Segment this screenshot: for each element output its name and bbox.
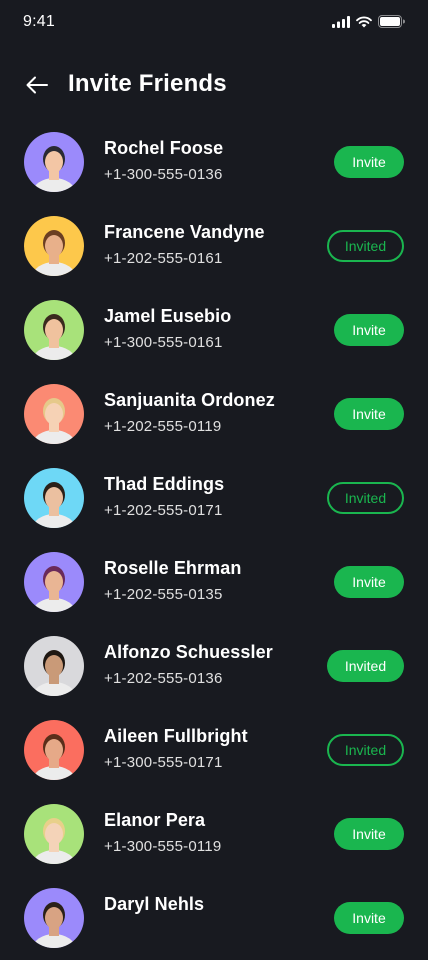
avatar — [24, 888, 84, 948]
avatar — [24, 132, 84, 192]
arrow-left-icon — [26, 76, 48, 94]
contact-name: Roselle Ehrman — [104, 558, 242, 578]
back-button[interactable] — [24, 73, 50, 97]
contact-name: Aileen Fullbright — [104, 726, 248, 746]
status-icons — [332, 15, 405, 33]
contact-name: Francene Vandyne — [104, 222, 265, 242]
contact-name: Rochel Foose — [104, 138, 224, 158]
avatar — [24, 216, 84, 276]
contact-phone: +1-300-555-0161 — [104, 334, 223, 351]
contact-row[interactable]: Elanor Pera +1-300-555-0119 Invite — [0, 792, 428, 876]
contact-row[interactable]: Roselle Ehrman +1-202-555-0135 Invite — [0, 540, 428, 624]
invited-button[interactable]: Invited — [327, 482, 404, 514]
invite-button[interactable]: Invite — [334, 398, 404, 430]
contact-name: Alfonzo Schuessler — [104, 642, 273, 662]
invited-button[interactable]: Invited — [327, 650, 404, 682]
invited-button[interactable]: Invited — [327, 734, 404, 766]
contact-name: Elanor Pera — [104, 810, 206, 830]
avatar — [24, 636, 84, 696]
contact-name: Daryl Nehls — [104, 894, 205, 914]
invite-button[interactable]: Invite — [334, 314, 404, 346]
contact-list: Rochel Foose +1-300-555-0136 Invite Francen… — [0, 120, 428, 960]
contact-phone: +1-202-555-0136 — [104, 670, 223, 687]
contact-row[interactable]: Alfonzo Schuessler +1-202-555-0136 Invited — [0, 624, 428, 708]
contact-row[interactable]: Aileen Fullbright +1-300-555-0171 Invited — [0, 708, 428, 792]
contact-row[interactable]: Thad Eddings +1-202-555-0171 Invited — [0, 456, 428, 540]
battery-icon — [378, 15, 405, 33]
invite-button[interactable]: Invite — [334, 902, 404, 934]
avatar — [24, 720, 84, 780]
avatar — [24, 300, 84, 360]
header: Invite Friends — [0, 60, 428, 110]
contact-name: Thad Eddings — [104, 474, 225, 494]
cellular-signal-icon — [332, 15, 350, 33]
page-title: Invite Friends — [68, 70, 227, 97]
contact-phone: +1-300-555-0171 — [104, 754, 223, 771]
contact-row[interactable]: Rochel Foose +1-300-555-0136 Invite — [0, 120, 428, 204]
contact-name: Jamel Eusebio — [104, 306, 232, 326]
invite-button[interactable]: Invite — [334, 146, 404, 178]
contact-phone: +1-202-555-0135 — [104, 586, 223, 603]
wifi-icon — [356, 15, 372, 33]
contact-name: Sanjuanita Ordonez — [104, 390, 275, 410]
invited-button[interactable]: Invited — [327, 230, 404, 262]
avatar — [24, 468, 84, 528]
invite-button[interactable]: Invite — [334, 818, 404, 850]
avatar — [24, 804, 84, 864]
contact-row[interactable]: Francene Vandyne +1-202-555-0161 Invited — [0, 204, 428, 288]
invite-button[interactable]: Invite — [334, 566, 404, 598]
contact-row[interactable]: Daryl Nehls Invite — [0, 876, 428, 960]
contact-phone: +1-202-555-0171 — [104, 502, 223, 519]
contact-phone: +1-202-555-0119 — [104, 418, 222, 435]
avatar — [24, 552, 84, 612]
contact-phone: +1-300-555-0119 — [104, 838, 222, 855]
contact-row[interactable]: Jamel Eusebio +1-300-555-0161 Invite — [0, 288, 428, 372]
contact-phone: +1-202-555-0161 — [104, 250, 223, 267]
avatar — [24, 384, 84, 444]
contact-row[interactable]: Sanjuanita Ordonez +1-202-555-0119 Invite — [0, 372, 428, 456]
status-bar: 9:41 — [0, 0, 428, 44]
contact-phone: +1-300-555-0136 — [104, 166, 223, 183]
status-time: 9:41 — [23, 13, 55, 30]
